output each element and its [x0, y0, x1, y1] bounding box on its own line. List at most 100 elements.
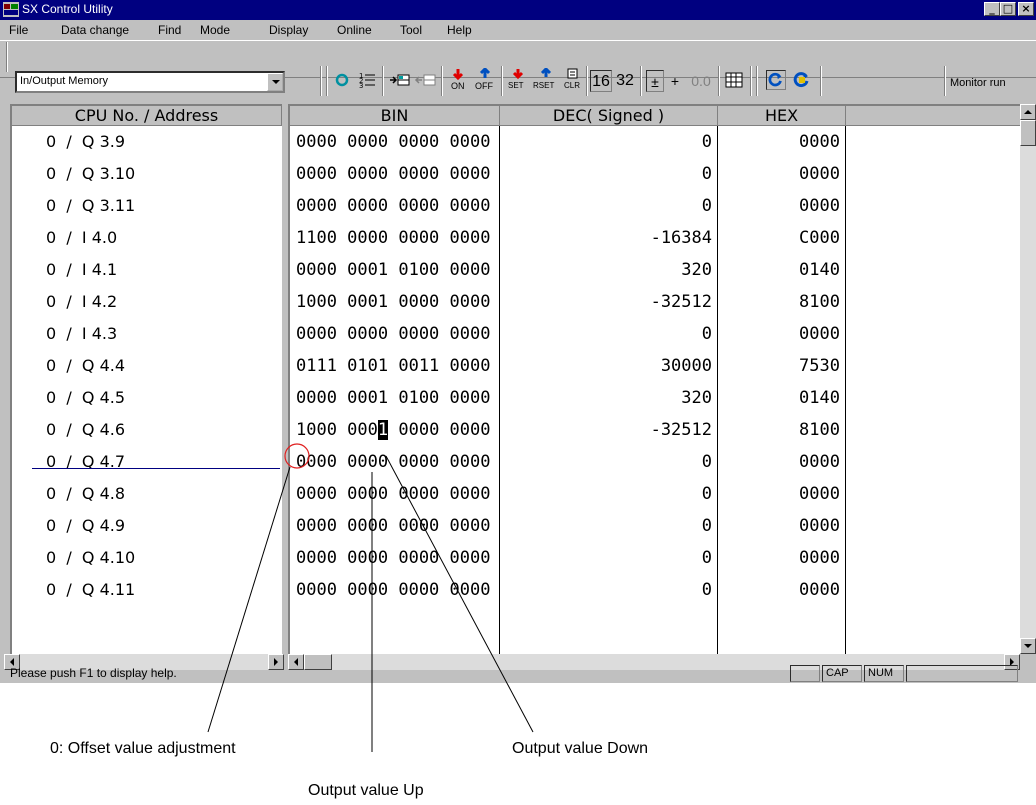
dec-cell[interactable]: -32512 — [500, 286, 712, 318]
table-row[interactable]: 0000 0000 0000 0000 0 0000 — [290, 446, 1020, 478]
hex-cell[interactable]: 8100 — [718, 414, 840, 446]
bin-cell[interactable]: 0000 0001 0100 0000 — [296, 254, 490, 286]
hex-cell[interactable]: 0140 — [718, 254, 840, 286]
table-row[interactable]: 0000 0000 0000 0000 0 0000 — [290, 158, 1020, 190]
address-cell[interactable]: 0 / Q 4.10 — [46, 542, 135, 574]
column-header-bin[interactable]: BIN — [290, 106, 500, 126]
insert-row-icon[interactable] — [388, 72, 410, 88]
set-icon[interactable]: SET — [507, 68, 529, 92]
bin-cell[interactable]: 0000 0000 0000 0000 — [296, 190, 490, 222]
table-row[interactable]: 0000 0000 0000 0000 0 0000 — [290, 318, 1020, 350]
maximize-button[interactable]: □ — [1000, 2, 1016, 16]
monitor-circle-icon[interactable] — [334, 72, 350, 88]
bin-cell[interactable]: 0111 0101 0011 0000 — [296, 350, 490, 382]
address-cell[interactable]: 0 / I 4.2 — [46, 286, 117, 318]
hex-cell[interactable]: 0140 — [718, 382, 840, 414]
refresh-cycle-icon[interactable] — [792, 70, 812, 90]
vertical-scrollbar[interactable] — [1020, 104, 1036, 654]
dec-cell[interactable]: -32512 — [500, 414, 712, 446]
bin-cell[interactable]: 1000 0001 0000 0000 — [296, 286, 490, 318]
list-icon[interactable]: 1 2 3 — [358, 70, 376, 90]
address-cell[interactable]: 0 / Q 3.10 — [46, 158, 135, 190]
bin-cell[interactable]: 0000 0000 0000 0000 — [296, 446, 490, 478]
hex-cell[interactable]: 8100 — [718, 286, 840, 318]
bin-cell[interactable]: 1100 0000 0000 0000 — [296, 222, 490, 254]
monitor-run-button[interactable]: Monitor run — [950, 77, 1006, 89]
menu-find[interactable]: Find — [158, 23, 181, 37]
bin-cell[interactable]: 0000 0000 0000 0000 — [296, 318, 490, 350]
scroll-down-button[interactable] — [1020, 638, 1036, 654]
address-cell[interactable]: 0 / Q 4.11 — [46, 574, 135, 606]
bits-16-button[interactable]: 16 — [590, 70, 612, 92]
menu-tool[interactable]: Tool — [400, 23, 422, 37]
dec-cell[interactable]: 30000 — [500, 350, 712, 382]
table-row[interactable]: 0000 0000 0000 0000 0 0000 — [290, 478, 1020, 510]
delete-row-icon[interactable] — [414, 72, 436, 88]
address-cell[interactable]: 0 / Q 4.9 — [46, 510, 125, 542]
address-cell[interactable]: 0 / Q 4.4 — [46, 350, 125, 382]
menu-data-change[interactable]: Data change — [61, 23, 129, 37]
close-button[interactable]: × — [1018, 2, 1034, 16]
bin-cell[interactable]: 1000 0001 0000 0000 — [296, 414, 491, 446]
dec-cell[interactable]: -16384 — [500, 222, 712, 254]
address-cell[interactable]: 0 / Q 3.11 — [46, 190, 135, 222]
address-cell[interactable]: 0 / Q 3.9 — [46, 126, 125, 158]
hex-cell[interactable]: 0000 — [718, 190, 840, 222]
address-cell[interactable]: 0 / Q 4.7 — [46, 446, 125, 478]
hex-cell[interactable]: 0000 — [718, 574, 840, 606]
refresh-icon[interactable] — [766, 70, 786, 90]
column-header-address[interactable]: CPU No. / Address — [12, 106, 282, 126]
bin-cell[interactable]: 0000 0000 0000 0000 — [296, 478, 490, 510]
table-row[interactable]: 0000 0000 0000 0000 0 0000 — [290, 190, 1020, 222]
address-cell[interactable]: 0 / I 4.1 — [46, 254, 117, 286]
table-row[interactable]: 0111 0101 0011 0000 30000 7530 — [290, 350, 1020, 382]
hex-cell[interactable]: 0000 — [718, 510, 840, 542]
hex-cell[interactable]: 0000 — [718, 446, 840, 478]
bin-cell[interactable]: 0000 0000 0000 0000 — [296, 542, 490, 574]
bin-cell[interactable]: 0000 0000 0000 0000 — [296, 126, 490, 158]
table-row[interactable]: 0000 0001 0100 0000 320 0140 — [290, 382, 1020, 414]
edit-cursor[interactable]: 1 — [377, 420, 389, 440]
address-cell[interactable]: 0 / Q 4.6 — [46, 414, 125, 446]
scroll-thumb[interactable] — [1020, 120, 1036, 146]
dec-cell[interactable]: 0 — [500, 446, 712, 478]
hex-cell[interactable]: 0000 — [718, 158, 840, 190]
bin-cell[interactable]: 0000 0000 0000 0000 — [296, 574, 490, 606]
hex-cell[interactable]: 0000 — [718, 318, 840, 350]
scroll-up-button[interactable] — [1020, 104, 1036, 120]
bin-cell[interactable]: 0000 0000 0000 0000 — [296, 158, 490, 190]
clear-icon[interactable]: CLR — [562, 68, 584, 92]
hex-cell[interactable]: 0000 — [718, 126, 840, 158]
address-cell[interactable]: 0 / Q 4.8 — [46, 478, 125, 510]
address-cell[interactable]: 0 / I 4.3 — [46, 318, 117, 350]
force-on-icon[interactable]: ON — [448, 68, 468, 92]
table-row[interactable]: 1000 0001 0000 0000 -32512 8100 — [290, 286, 1020, 318]
menu-help[interactable]: Help — [447, 23, 472, 37]
bin-cell[interactable]: 0000 0001 0100 0000 — [296, 382, 490, 414]
hex-cell[interactable]: 0000 — [718, 478, 840, 510]
chevron-down-icon[interactable] — [267, 73, 283, 91]
minimize-button[interactable]: _ — [984, 2, 1000, 16]
dec-cell[interactable]: 0 — [500, 478, 712, 510]
menu-display[interactable]: Display — [269, 23, 308, 37]
dec-cell[interactable]: 0 — [500, 126, 712, 158]
hex-cell[interactable]: 0000 — [718, 542, 840, 574]
table-row[interactable]: 0000 0000 0000 0000 0 0000 — [290, 574, 1020, 606]
address-cell[interactable]: 0 / Q 4.5 — [46, 382, 125, 414]
table-icon[interactable] — [725, 72, 743, 88]
dec-cell[interactable]: 320 — [500, 254, 712, 286]
table-row[interactable]: 1100 0000 0000 0000 -16384 C000 — [290, 222, 1020, 254]
table-row[interactable]: 0000 0001 0100 0000 320 0140 — [290, 254, 1020, 286]
reset-icon[interactable]: RSET — [533, 68, 559, 92]
table-row[interactable]: 0000 0000 0000 0000 0 0000 — [290, 542, 1020, 574]
column-header-dec[interactable]: DEC( Signed ) — [500, 106, 718, 126]
table-row[interactable]: 0000 0000 0000 0000 0 0000 — [290, 510, 1020, 542]
memory-type-select[interactable]: In/Output Memory — [15, 71, 285, 93]
address-cell[interactable]: 0 / I 4.0 — [46, 222, 117, 254]
table-row[interactable]: 0000 0000 0000 0000 0 0000 — [290, 126, 1020, 158]
menu-mode[interactable]: Mode — [200, 23, 230, 37]
dec-cell[interactable]: 320 — [500, 382, 712, 414]
unsigned-button[interactable]: + — [668, 70, 682, 92]
column-header-hex[interactable]: HEX — [718, 106, 846, 126]
signed-button[interactable]: ± — [646, 70, 664, 92]
